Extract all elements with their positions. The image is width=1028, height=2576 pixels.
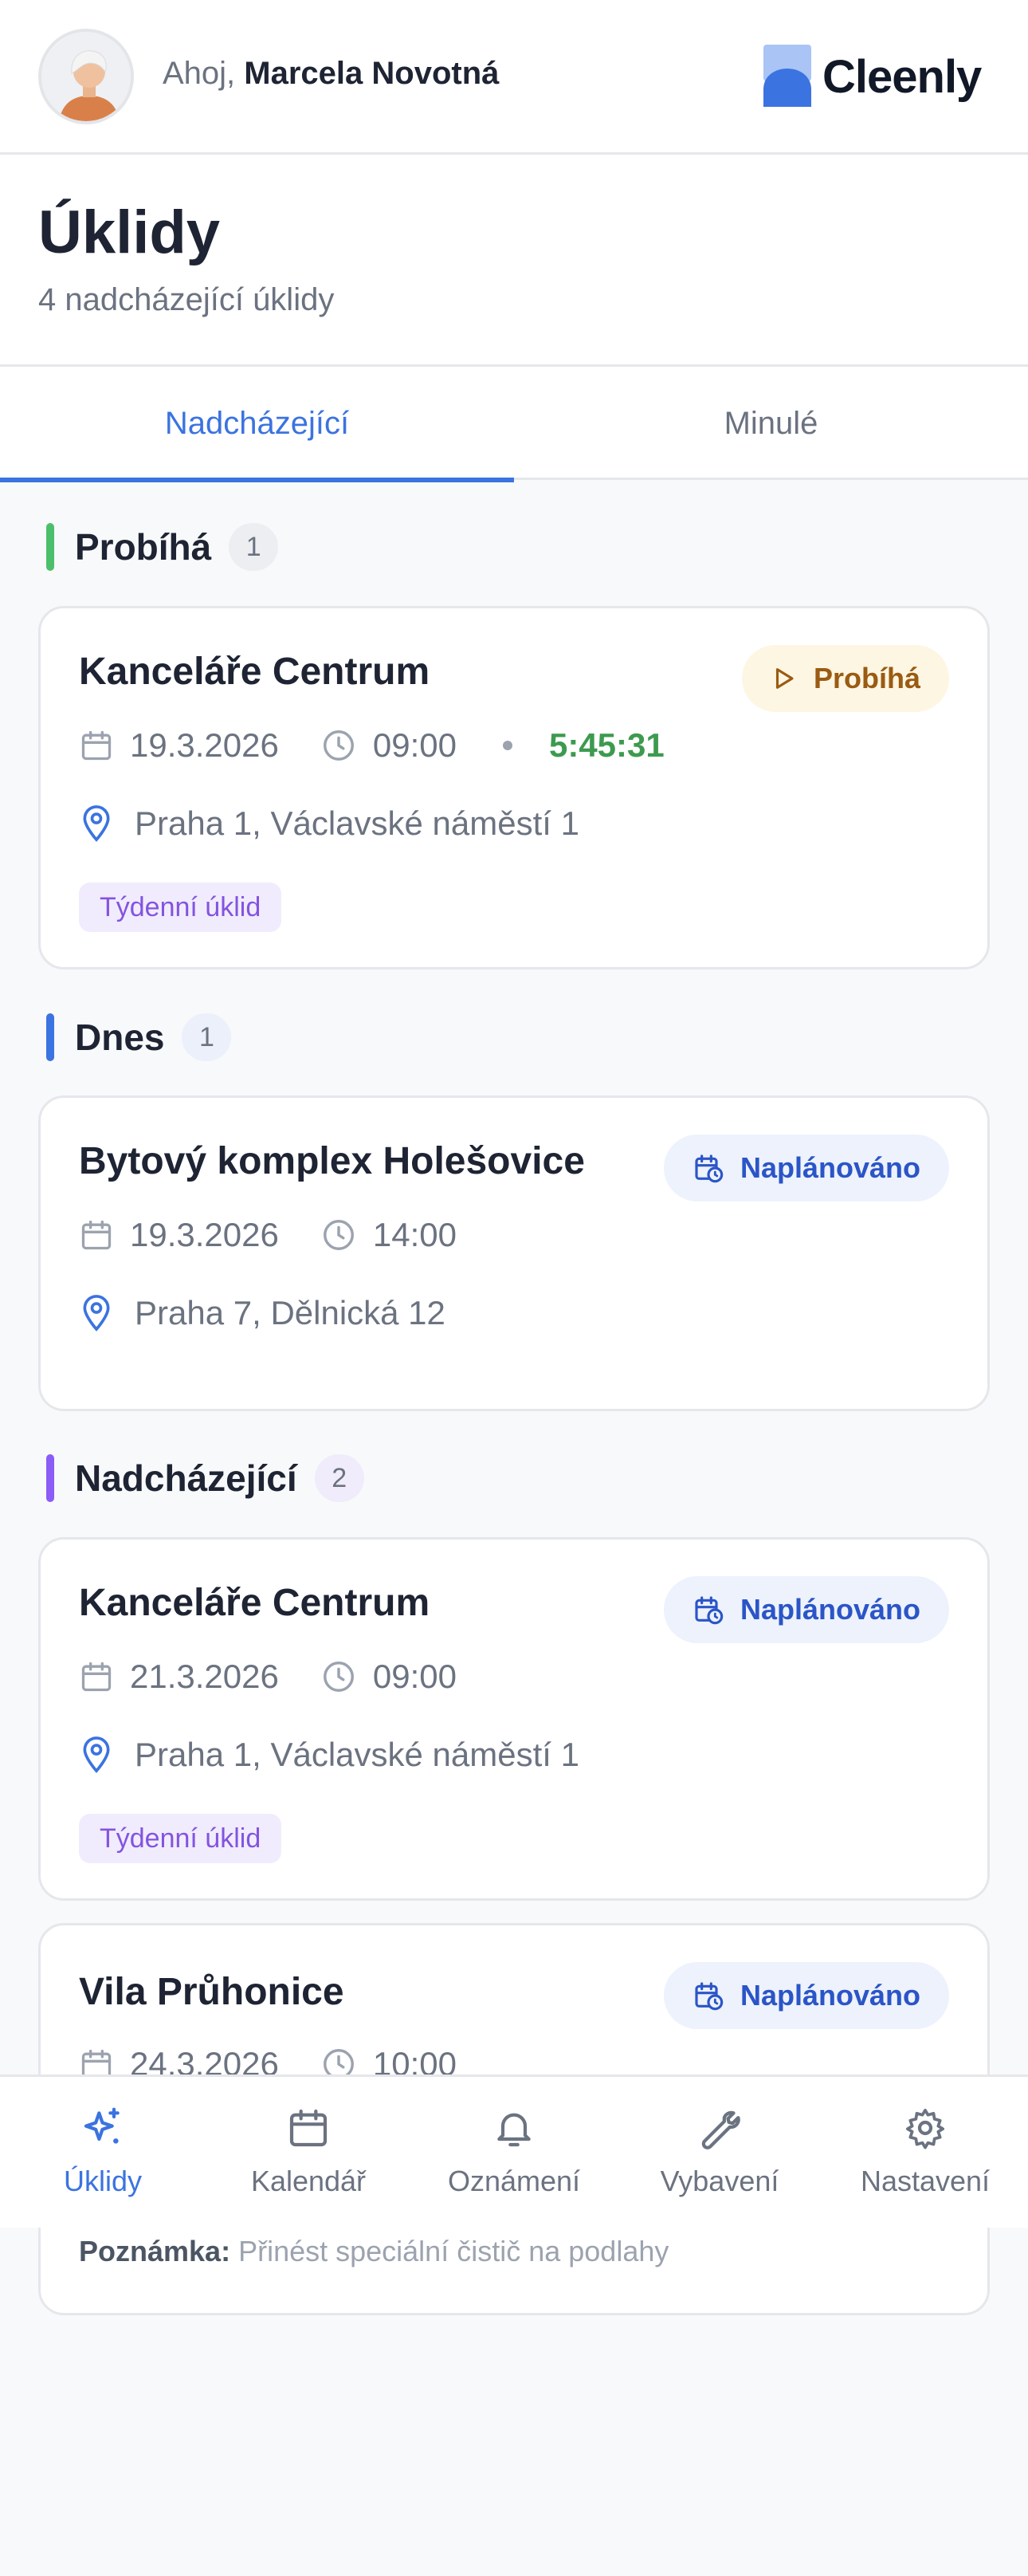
separator-dot	[502, 741, 512, 750]
logo-text: Cleenly	[822, 50, 982, 103]
card-title: Vila Průhonice	[79, 1971, 344, 2013]
address-text: Praha 7, Dělnická 12	[135, 1294, 445, 1331]
section-header-today: Dnes 1	[46, 1013, 232, 1061]
cleaning-card[interactable]: Kanceláře Centrum Probíhá 19.3.2026 09:0…	[38, 606, 990, 969]
section-header-running: Probíhá 1	[46, 523, 279, 571]
wrench-icon	[701, 2110, 740, 2149]
section-title: Nadcházející	[75, 1457, 297, 1499]
calendar-icon	[81, 1662, 112, 1692]
card-datetime: 19.3.2026 14:00	[79, 1216, 457, 1254]
card-title: Kanceláře Centrum	[79, 1582, 430, 1624]
nav-item-equipment[interactable]: Vybavení	[617, 2077, 822, 2230]
clock-icon	[323, 1662, 354, 1692]
cleaning-card[interactable]: Bytový komplex Holešovice Naplánováno 19…	[38, 1095, 990, 1411]
nav-item-cleanings[interactable]: Úklidy	[0, 2077, 206, 2230]
address-text: Praha 1, Václavské náměstí 1	[135, 804, 579, 842]
greeting-prefix: Ahoj,	[163, 56, 245, 91]
card-title: Kanceláře Centrum	[79, 651, 430, 693]
page-header: Úklidy 4 nadcházející úklidy	[0, 155, 1028, 367]
card-datetime: 19.3.2026 09:00 5:45:31	[79, 726, 665, 765]
cleaning-card[interactable]: Kanceláře Centrum Naplánováno 21.3.2026 …	[38, 1537, 990, 1901]
frequency-tag: Týdenní úklid	[79, 883, 282, 932]
clock-icon	[323, 730, 354, 761]
section-count-badge: 1	[229, 523, 279, 571]
gear-icon	[905, 2108, 945, 2149]
avatar[interactable]	[38, 29, 134, 124]
app-logo[interactable]: Cleenly	[762, 43, 982, 110]
section-title: Probíhá	[75, 526, 212, 568]
calendar-clock-icon	[695, 1154, 724, 1183]
card-date: 21.3.2026	[130, 1658, 279, 1695]
note-text: Přinést speciální čistič na podlahy	[238, 2235, 669, 2267]
greeting-text: Ahoj, Marcela Novotná	[163, 56, 499, 92]
nav-label: Oznámení	[447, 2165, 581, 2197]
note-label: Poznámka:	[79, 2235, 231, 2267]
location-pin-icon	[83, 805, 110, 842]
status-label: Probíhá	[813, 662, 920, 694]
card-date: 19.3.2026	[130, 726, 279, 764]
status-badge: Naplánováno	[663, 1962, 949, 2029]
sparkles-icon	[84, 2107, 120, 2144]
status-badge: Probíhá	[741, 645, 949, 712]
status-label: Naplánováno	[740, 1151, 920, 1184]
calendar-clock-icon	[695, 1982, 724, 2011]
status-label: Naplánováno	[740, 1979, 920, 2012]
page-subtitle: 4 nadcházející úklidy	[38, 282, 335, 317]
location-pin-icon	[83, 1736, 110, 1773]
calendar-icon	[81, 1220, 112, 1250]
card-title: Bytový komplex Holešovice	[79, 1140, 585, 1182]
card-date: 19.3.2026	[130, 1216, 279, 1253]
user-name: Marcela Novotná	[244, 56, 500, 91]
clock-icon	[323, 1220, 354, 1250]
page-title: Úklidy	[38, 199, 221, 266]
bottom-navigation: Úklidy Kalendář Oznámení Vybavení Nastav…	[0, 2075, 1028, 2228]
status-label: Naplánováno	[740, 1593, 920, 1626]
section-header-upcoming: Nadcházející 2	[46, 1454, 364, 1502]
nav-label: Kalendář	[250, 2165, 367, 2197]
user-avatar-icon	[41, 32, 131, 121]
section-indicator	[46, 1454, 54, 1502]
cleenly-logo-icon	[763, 45, 811, 107]
nav-item-settings[interactable]: Nastavení	[822, 2077, 1028, 2230]
card-time: 14:00	[372, 1216, 457, 1253]
nav-item-calendar[interactable]: Kalendář	[206, 2077, 411, 2230]
card-address: Praha 7, Dělnická 12	[79, 1294, 445, 1332]
app-header: Ahoj, Marcela Novotná Cleenly	[0, 0, 1028, 155]
status-badge: Naplánováno	[663, 1576, 949, 1643]
location-pin-icon	[83, 1295, 110, 1331]
calendar-icon	[81, 730, 112, 761]
section-count-badge: 1	[182, 1013, 232, 1061]
section-indicator	[46, 1013, 54, 1061]
tab-upcoming[interactable]: Nadcházející	[0, 367, 514, 482]
tab-bar: Nadcházející Minulé	[0, 367, 1028, 482]
nav-label: Nastavení	[860, 2165, 991, 2197]
nav-label: Vybavení	[660, 2165, 779, 2197]
tab-past[interactable]: Minulé	[514, 367, 1028, 480]
card-time: 09:00	[372, 726, 457, 764]
calendar-icon	[289, 2109, 328, 2147]
play-icon	[775, 668, 794, 689]
nav-label: Úklidy	[63, 2165, 142, 2197]
frequency-tag: Týdenní úklid	[79, 1814, 282, 1863]
address-text: Praha 1, Václavské náměstí 1	[135, 1736, 579, 1773]
elapsed-timer: 5:45:31	[548, 726, 665, 764]
card-time: 09:00	[372, 1658, 457, 1695]
card-note: Poznámka: Přinést speciální čistič na po…	[79, 2235, 669, 2268]
section-title: Dnes	[75, 1017, 165, 1058]
section-indicator	[46, 523, 54, 571]
section-count-badge: 2	[314, 1454, 364, 1502]
status-badge: Naplánováno	[663, 1135, 949, 1201]
bell-icon	[497, 2113, 531, 2147]
calendar-clock-icon	[695, 1596, 724, 1625]
card-datetime: 21.3.2026 09:00	[79, 1658, 457, 1696]
card-address: Praha 1, Václavské náměstí 1	[79, 1736, 579, 1774]
nav-item-notifications[interactable]: Oznámení	[411, 2077, 617, 2230]
card-address: Praha 1, Václavské náměstí 1	[79, 804, 579, 843]
